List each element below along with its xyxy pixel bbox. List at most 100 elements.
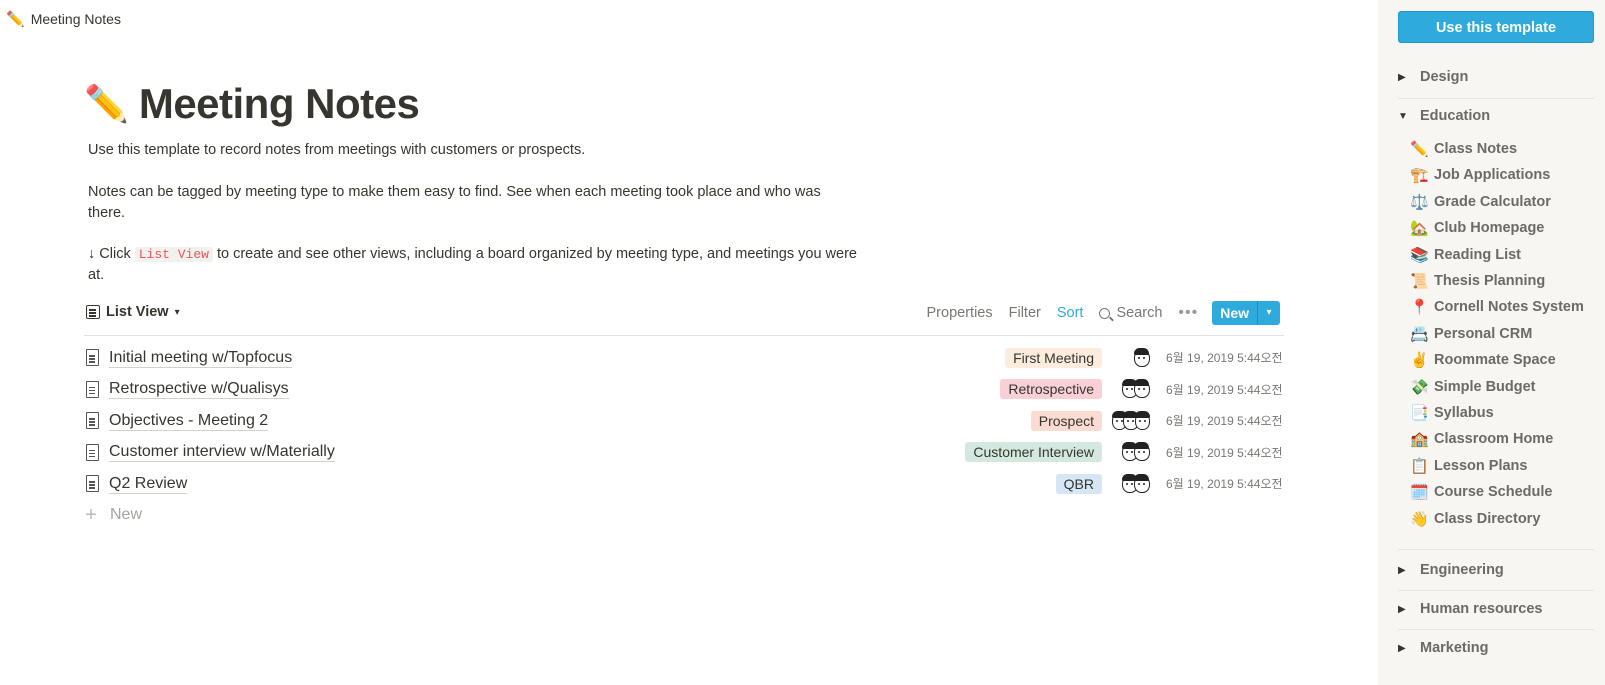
sidebar-template-item[interactable]: 📇 Personal CRM: [1410, 321, 1532, 347]
description-paragraph-3: ↓ Click List View to create and see othe…: [88, 244, 858, 286]
template-label: Club Homepage: [1434, 220, 1545, 237]
sidebar-template-item[interactable]: 📑 Syllabus: [1410, 400, 1494, 426]
template-emoji-icon: 💸: [1410, 378, 1429, 396]
page-emoji-icon[interactable]: ✏️: [84, 80, 129, 128]
avatar: [1134, 379, 1150, 399]
sidebar-template-item[interactable]: 🗓️ Course Schedule: [1410, 479, 1552, 505]
template-emoji-icon: 🏗️: [1410, 167, 1429, 185]
created-date: 6월 19, 2019 5:44오전: [1166, 351, 1283, 366]
template-emoji-icon: 📚: [1410, 246, 1429, 264]
triangle-down-icon: ▼: [1398, 110, 1408, 122]
sidebar-template-item[interactable]: 🏡 Club Homepage: [1410, 215, 1544, 241]
sidebar-template-item[interactable]: 👋 Class Directory: [1410, 506, 1540, 532]
created-date: 6월 19, 2019 5:44오전: [1166, 477, 1283, 492]
use-template-button[interactable]: Use this template: [1398, 11, 1594, 43]
list-item[interactable]: Initial meeting w/Topfocus First Meeting 6…: [84, 342, 1284, 374]
triangle-right-icon: ▶: [1398, 603, 1406, 615]
page-icon: [86, 349, 99, 367]
list-item[interactable]: Retrospective w/Qualisys Retrospective 6월 …: [84, 374, 1284, 406]
avatar: [1134, 473, 1150, 493]
triangle-right-icon: ▶: [1398, 642, 1406, 654]
row-title[interactable]: Initial meeting w/Topfocus: [109, 348, 293, 368]
description-paragraph-1: Use this template to record notes from m…: [88, 142, 586, 158]
desc3-prefix: ↓ Click: [88, 246, 135, 262]
attendees: [1116, 347, 1150, 367]
sidebar-template-item[interactable]: ✌️ Roommate Space: [1410, 347, 1556, 373]
template-label: Job Applications: [1434, 167, 1551, 184]
template-label: Personal CRM: [1434, 325, 1533, 342]
category-label: Design: [1420, 69, 1469, 85]
attendees: [1116, 442, 1150, 462]
filter-button[interactable]: Filter: [1009, 305, 1041, 321]
attendees: [1116, 379, 1150, 399]
row-title[interactable]: Customer interview w/Materially: [109, 442, 335, 463]
new-dropdown-chevron-icon[interactable]: ▾: [1258, 301, 1280, 325]
avatar: [1134, 347, 1150, 367]
row-properties: QBR 6월 19, 2019 5:44오전: [1055, 468, 1284, 500]
sidebar-template-item[interactable]: 📋 Lesson Plans: [1410, 453, 1527, 479]
template-emoji-icon: 📑: [1410, 405, 1429, 422]
list-item[interactable]: Objectives - Meeting 2 Prospect 6월 19, 201…: [84, 405, 1284, 437]
category-label: Engineering: [1420, 562, 1504, 578]
inline-code: List View: [134, 247, 213, 262]
sidebar-template-item[interactable]: 🏫 Classroom Home: [1410, 426, 1553, 452]
category-design[interactable]: ▶ Design: [1398, 58, 1594, 96]
row-title[interactable]: Retrospective w/Qualisys: [109, 379, 289, 400]
template-label: Course Schedule: [1434, 484, 1553, 501]
page-icon: [86, 443, 99, 461]
created-date: 6월 19, 2019 5:44오전: [1166, 414, 1283, 429]
chevron-down-icon: ▾: [174, 306, 180, 318]
template-emoji-icon: 👋: [1410, 510, 1429, 528]
category-label: Marketing: [1420, 640, 1489, 656]
template-emoji-icon: 📋: [1410, 457, 1429, 475]
sidebar-template-item[interactable]: ⚖️ Grade Calculator: [1410, 189, 1551, 215]
list-item[interactable]: Q2 Review QBR 6월 19, 2019 5:44오전: [84, 468, 1284, 500]
category-human-resources[interactable]: ▶ Human resources: [1398, 590, 1594, 628]
row-properties: Retrospective 6월 19, 2019 5:44오전: [1000, 374, 1284, 406]
page-icon: [86, 412, 99, 430]
description-paragraph-2: Notes can be tagged by meeting type to m…: [88, 184, 821, 221]
template-emoji-icon: 🏫: [1410, 431, 1429, 449]
sidebar-template-item[interactable]: 📍 Cornell Notes System: [1410, 294, 1584, 320]
sidebar-template-item[interactable]: 💸 Simple Budget: [1410, 374, 1536, 400]
search-button[interactable]: Search: [1099, 305, 1162, 321]
template-label: Cornell Notes System: [1434, 299, 1584, 316]
more-options-icon[interactable]: •••: [1178, 304, 1198, 322]
category-engineering[interactable]: ▶ Engineering: [1398, 551, 1594, 589]
search-icon: [1099, 307, 1111, 319]
meeting-type-tag: Retrospective: [1000, 379, 1102, 400]
sidebar-template-item[interactable]: 📜 Thesis Planning: [1410, 268, 1545, 294]
sort-button[interactable]: Sort: [1057, 305, 1084, 321]
list-rows: Initial meeting w/Topfocus First Meeting 6…: [84, 342, 1284, 531]
row-title[interactable]: Q2 Review: [109, 474, 188, 494]
row-properties: Customer Interview 6월 19, 2019 5:44오전: [965, 437, 1284, 469]
template-label: Class Directory: [1434, 510, 1541, 527]
view-selector[interactable]: List View ▾: [86, 304, 180, 320]
created-date: 6월 19, 2019 5:44오전: [1166, 382, 1283, 397]
template-label: Thesis Planning: [1434, 273, 1546, 289]
triangle-right-icon: ▶: [1398, 71, 1406, 83]
created-date: 6월 19, 2019 5:44오전: [1166, 445, 1283, 460]
view-label: List View: [106, 304, 169, 320]
template-emoji-icon: ✏️: [1410, 141, 1429, 158]
page-icon: [86, 380, 99, 398]
sidebar-template-item[interactable]: ✏️ Class Notes: [1410, 136, 1517, 162]
add-new-row-button[interactable]: + New: [84, 500, 1284, 532]
category-education[interactable]: ▼ Education: [1398, 97, 1594, 135]
properties-button[interactable]: Properties: [927, 305, 993, 321]
page-icon: [86, 475, 99, 493]
attendees: [1112, 410, 1150, 430]
avatar: [1134, 410, 1150, 430]
template-sidebar: Use this template ▶ Design ▼ Education ✏…: [1378, 0, 1605, 685]
category-marketing[interactable]: ▶ Marketing: [1398, 629, 1594, 667]
row-title[interactable]: Objectives - Meeting 2: [109, 411, 269, 431]
meeting-type-tag: Prospect: [1030, 410, 1102, 431]
sidebar-template-item[interactable]: 📚 Reading List: [1410, 242, 1521, 268]
new-button[interactable]: New: [1212, 301, 1258, 325]
template-emoji-icon: 📇: [1410, 325, 1429, 343]
triangle-right-icon: ▶: [1398, 564, 1406, 576]
sidebar-template-item[interactable]: 🏗️ Job Applications: [1410, 162, 1550, 188]
meeting-type-tag: QBR: [1055, 473, 1102, 494]
list-item[interactable]: Customer interview w/Materially Customer …: [84, 437, 1284, 469]
page-title[interactable]: Meeting Notes: [139, 78, 420, 130]
